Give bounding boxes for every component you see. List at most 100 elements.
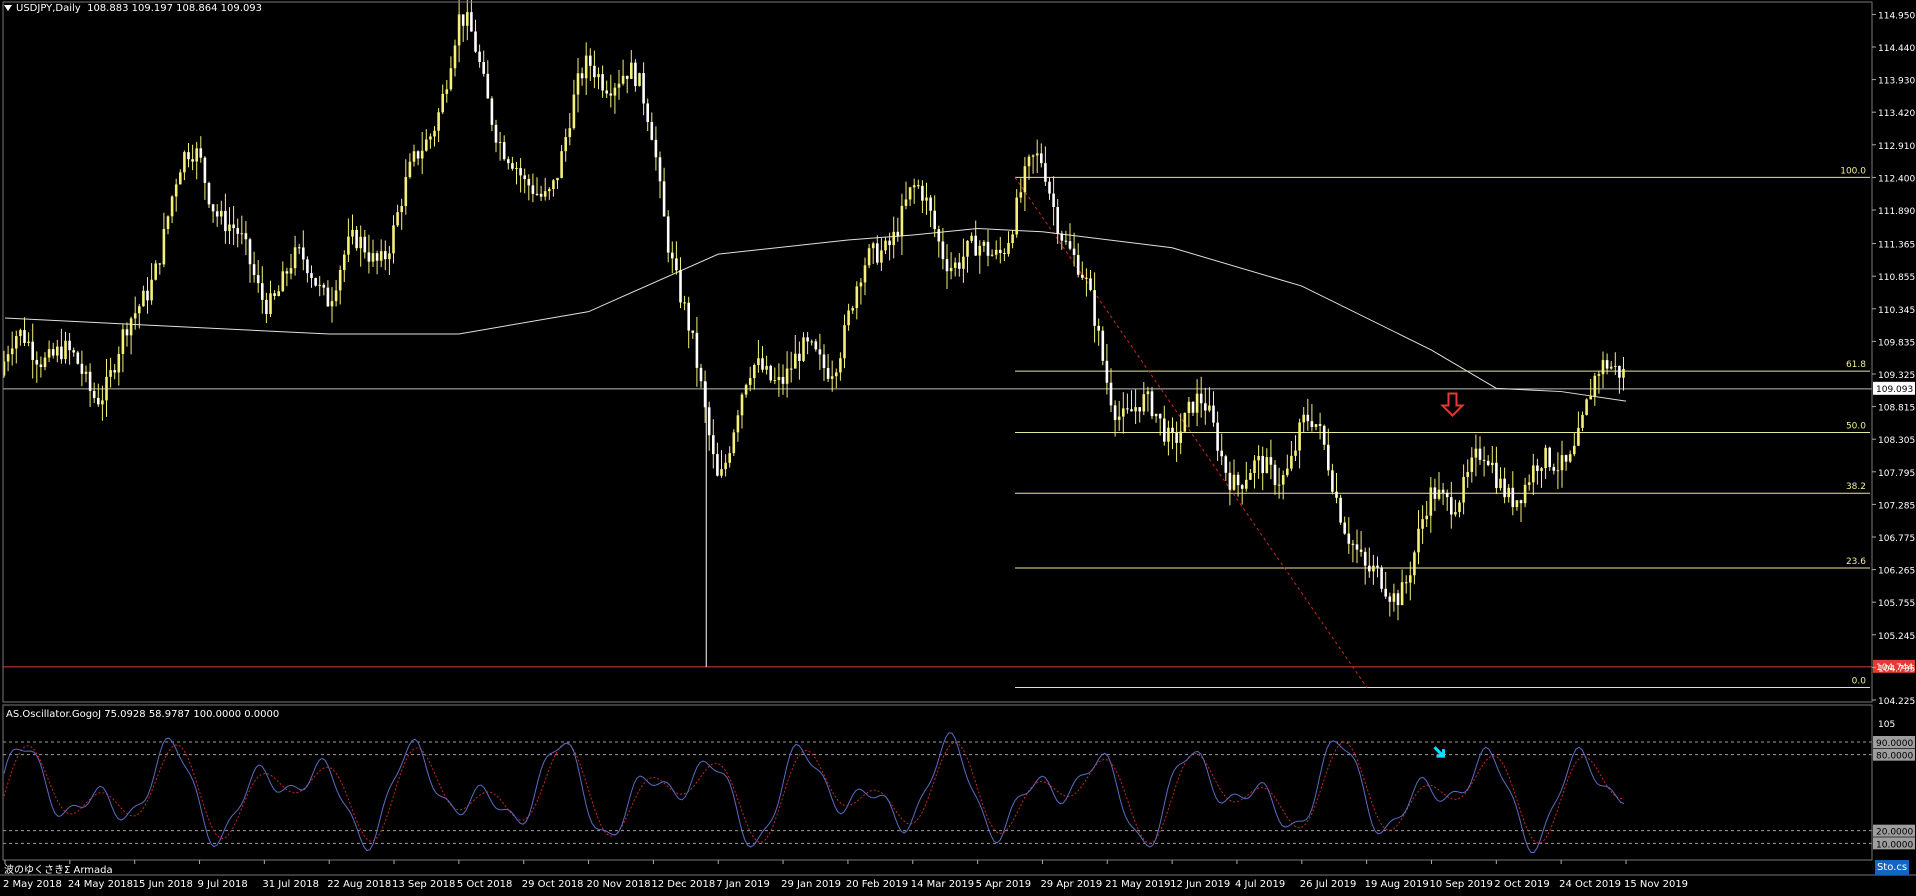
candle-body [474, 31, 477, 52]
oscillator-panel[interactable]: 90.0000 80.0000 20.0000 10.0000 105 [3, 720, 1915, 854]
candle-body [1437, 489, 1441, 499]
candle-body [486, 73, 490, 99]
candle-body [1179, 431, 1182, 443]
candle-body [1199, 393, 1203, 404]
candle-body [1076, 255, 1080, 275]
candle-body [117, 353, 121, 373]
candle-body [884, 240, 887, 251]
candle-body [1273, 464, 1277, 486]
candle-body [19, 330, 22, 337]
candle-body [880, 250, 883, 263]
candle-body [285, 271, 289, 274]
candle-body [1265, 457, 1269, 474]
candle-body [166, 216, 170, 229]
candle-body [580, 73, 584, 79]
candle-body [220, 210, 223, 217]
candle-body [318, 284, 321, 286]
candle-body [1331, 470, 1334, 492]
candle-body [27, 341, 30, 343]
candle-body [572, 94, 576, 129]
x-tick-label: 15 Nov 2019 [1624, 879, 1688, 890]
candle-body [400, 206, 403, 213]
candle-body [437, 112, 440, 131]
candle-body [392, 225, 395, 254]
y-tick-label: 114.440 [1878, 44, 1915, 54]
x-tick-label: 2 May 2018 [3, 879, 62, 890]
candle-body [129, 318, 133, 336]
candle-body [888, 240, 891, 246]
candle-body [1224, 456, 1228, 473]
x-tick-label: 15 Jun 2018 [133, 879, 193, 890]
candle-body [461, 14, 465, 26]
osc-level-label: 90.0000 [1876, 739, 1913, 749]
candle-body [617, 83, 621, 88]
candle-body [76, 352, 80, 364]
candle-body [211, 204, 215, 212]
candle-body [982, 241, 986, 246]
candle-body [207, 182, 211, 205]
price-panel-border [2, 1, 1873, 703]
candle-body [1605, 360, 1609, 369]
candle-body [1031, 155, 1035, 157]
candle-body [306, 259, 309, 274]
candle-body [482, 61, 485, 74]
candle-body [1015, 197, 1018, 235]
candle-body [1425, 515, 1428, 520]
y-tick-label: 106.775 [1878, 534, 1915, 544]
fib-level-label: 50.0 [1846, 421, 1866, 431]
candle-body [1462, 476, 1465, 503]
candle-body [1150, 391, 1154, 417]
candle-body [195, 148, 198, 162]
candle-body [908, 187, 912, 200]
candle-body [240, 233, 244, 235]
candle-body [671, 252, 674, 259]
candle-body [539, 193, 543, 197]
osc-level-label: 10.0000 [1876, 840, 1913, 850]
symbol-header[interactable]: USDJPY,Daily 108.883 109.197 108.864 109… [4, 3, 262, 14]
candle-body [1216, 422, 1219, 451]
candle-body [691, 330, 695, 333]
candle-body [925, 197, 928, 201]
candle-body [92, 390, 96, 398]
candle-body [630, 62, 633, 79]
candle-body [39, 364, 43, 368]
candle-body [945, 259, 949, 272]
candle-body [142, 290, 145, 307]
candle-body [1068, 241, 1072, 249]
collapse-triangle-icon[interactable] [4, 5, 12, 11]
candle-body [1007, 243, 1010, 254]
candle-body [158, 263, 162, 265]
candle-body [330, 301, 334, 307]
chart-canvas[interactable]: 109.093104.744100.061.850.038.223.60.0 9… [0, 0, 1916, 896]
candle-body [101, 400, 104, 405]
candle-body [498, 142, 502, 144]
sto-badge[interactable]: Sto.cs [1875, 860, 1909, 875]
candle-body [429, 136, 432, 140]
candle-body [1499, 478, 1502, 489]
candle-body [712, 435, 715, 455]
candle-body [138, 306, 141, 314]
candle-body [1109, 382, 1113, 406]
y-tick-label: 105.245 [1878, 632, 1915, 642]
candle-body [191, 159, 194, 162]
x-tick-label: 13 Sep 2018 [392, 879, 455, 890]
x-tick-label: 5 Oct 2018 [457, 879, 512, 890]
candle-body [1122, 408, 1125, 417]
price-panel[interactable]: 109.093104.744100.061.850.038.223.60.0 [2, 0, 1915, 689]
candle-body [1359, 549, 1363, 552]
candle-body [953, 262, 957, 268]
candle-body [334, 290, 338, 302]
oscillator-header: AS.Oscillator.GogoJ 75.0928 58.9787 100.… [6, 709, 280, 720]
candle-body [1208, 405, 1211, 411]
candle-body [613, 87, 617, 96]
candle-body [1454, 512, 1457, 515]
candle-body [293, 247, 297, 269]
candle-body [1372, 565, 1375, 572]
y-tick-label: 111.890 [1878, 207, 1915, 217]
candle-body [236, 228, 239, 234]
candle-body [929, 197, 932, 211]
candle-body [1253, 460, 1256, 473]
candle-body [449, 68, 453, 90]
candle-body [1519, 500, 1523, 504]
candle-body [773, 380, 777, 382]
